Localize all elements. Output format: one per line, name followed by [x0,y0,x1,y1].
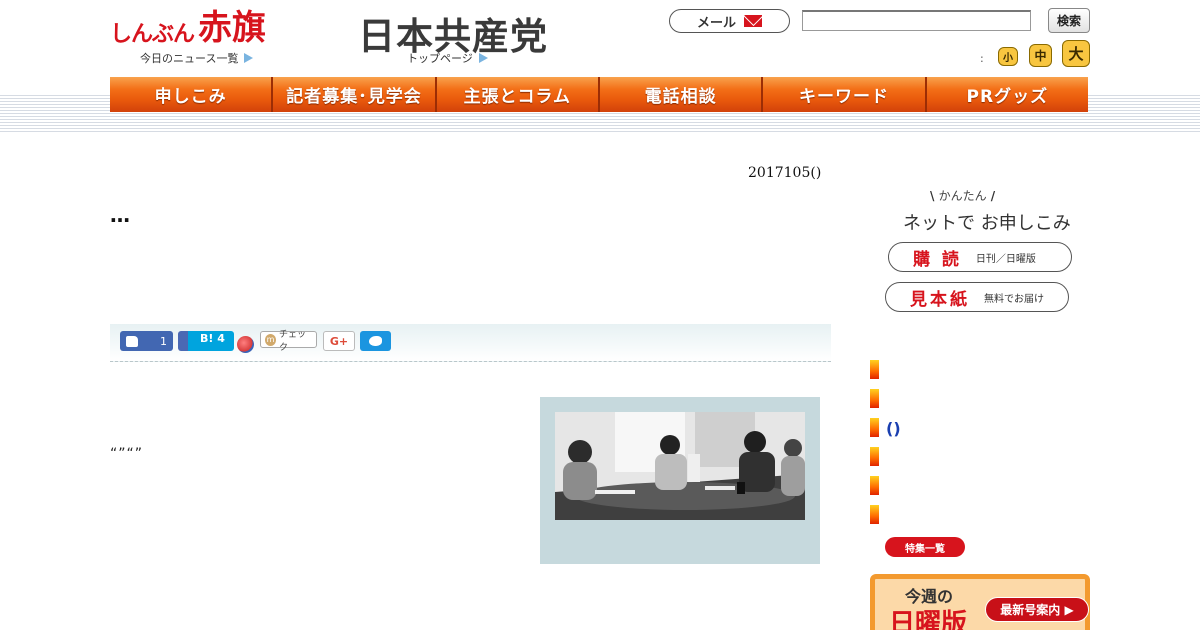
subscribe-sublabel: 日刊／日曜版 [975,253,1036,265]
font-size-large-button[interactable]: 大 [1062,40,1090,67]
nav-item-phone-consult[interactable]: 電話相談 [599,77,764,112]
subscribe-label: 購 読 [913,249,962,270]
like-count: 1 [160,334,167,348]
akahata-logo[interactable]: しんぶん 赤旗 [110,6,266,48]
mixi-check-button[interactable]: m チェック [260,330,317,353]
signup-tag-label: かんたん [938,189,987,203]
search-button[interactable]: 検索 [1048,8,1090,33]
mixi-check-label: チェック [279,329,307,353]
search-input[interactable] [802,10,1031,31]
sunday-banner-line2: 日曜版 [889,609,968,630]
todays-news-link[interactable]: 今日のニュース一覧 [140,50,254,66]
signup-heading: ネットで お申しこみ [903,213,1071,234]
envelope-icon [744,15,762,27]
side-list-text[interactable]: () [886,419,901,438]
side-list-marker[interactable] [870,476,879,495]
signup-tagline: \ かんたん / [930,189,996,203]
latest-issue-button[interactable]: 最新号案内 ▶ [985,597,1089,622]
twitter-bird-icon [369,336,382,346]
article-photo [555,412,805,520]
twitter-button[interactable] [360,331,391,351]
sample-paper-button[interactable]: 見本紙 無料でお届け [885,282,1069,312]
top-page-link[interactable]: トップページ [407,50,488,66]
sunday-edition-banner[interactable]: 今週の 日曜版 最新号案内 ▶ [870,574,1090,630]
side-list-marker[interactable] [870,360,879,379]
feature-list-button[interactable]: 特集一覧 [885,537,965,557]
mail-button-label: メール [696,15,736,31]
sample-paper-label: 見本紙 [910,289,970,310]
play-arrow-icon [478,53,488,63]
share-bar: 1 B! 4 m チェック G+ [110,324,831,362]
font-size-small-button[interactable]: 小 [998,47,1018,66]
mail-button[interactable]: メール [669,9,790,33]
bookmark-plus-icon[interactable] [237,336,254,353]
facebook-like-button[interactable]: 1 [120,331,173,351]
thumbs-up-icon [126,335,138,347]
article-headline: … [110,203,130,227]
nav-item-editorials[interactable]: 主張とコラム [436,77,600,112]
article-date: 2017105() [748,165,822,181]
meeting-photo-illustration [555,412,805,520]
play-arrow-icon [244,53,254,63]
nav-item-keywords[interactable]: キーワード [763,77,927,112]
main-nav: 申しこみ 記者募集･見学会 主張とコラム 電話相談 キーワード PRグッズ [110,77,1088,112]
article-photo-panel [540,397,820,564]
font-size-colon: : [980,52,984,65]
todays-news-label: 今日のニュース一覧 [140,52,239,65]
akahata-logo-small: しんぶん [110,22,195,47]
side-list-marker[interactable] [870,505,879,524]
mixi-icon: m [265,333,276,346]
side-list-marker[interactable] [870,447,879,466]
side-list-marker[interactable] [870,389,879,408]
nav-item-pr-goods[interactable]: PRグッズ [926,77,1088,112]
akahata-logo-big: 赤旗 [198,8,267,48]
font-size-medium-button[interactable]: 中 [1029,44,1052,67]
article-body-text: “”“” [110,446,144,462]
side-list-marker[interactable] [870,418,879,437]
top-page-label: トップページ [407,52,473,65]
subscribe-button[interactable]: 購 読 日刊／日曜版 [888,242,1072,272]
sample-paper-sublabel: 無料でお届け [984,293,1044,305]
nav-item-apply[interactable]: 申しこみ [110,77,274,112]
hatena-bookmark-button[interactable]: B! 4 [178,331,234,351]
nav-item-recruit-tour[interactable]: 記者募集･見学会 [273,77,437,112]
google-plus-button[interactable]: G+ [323,331,355,351]
